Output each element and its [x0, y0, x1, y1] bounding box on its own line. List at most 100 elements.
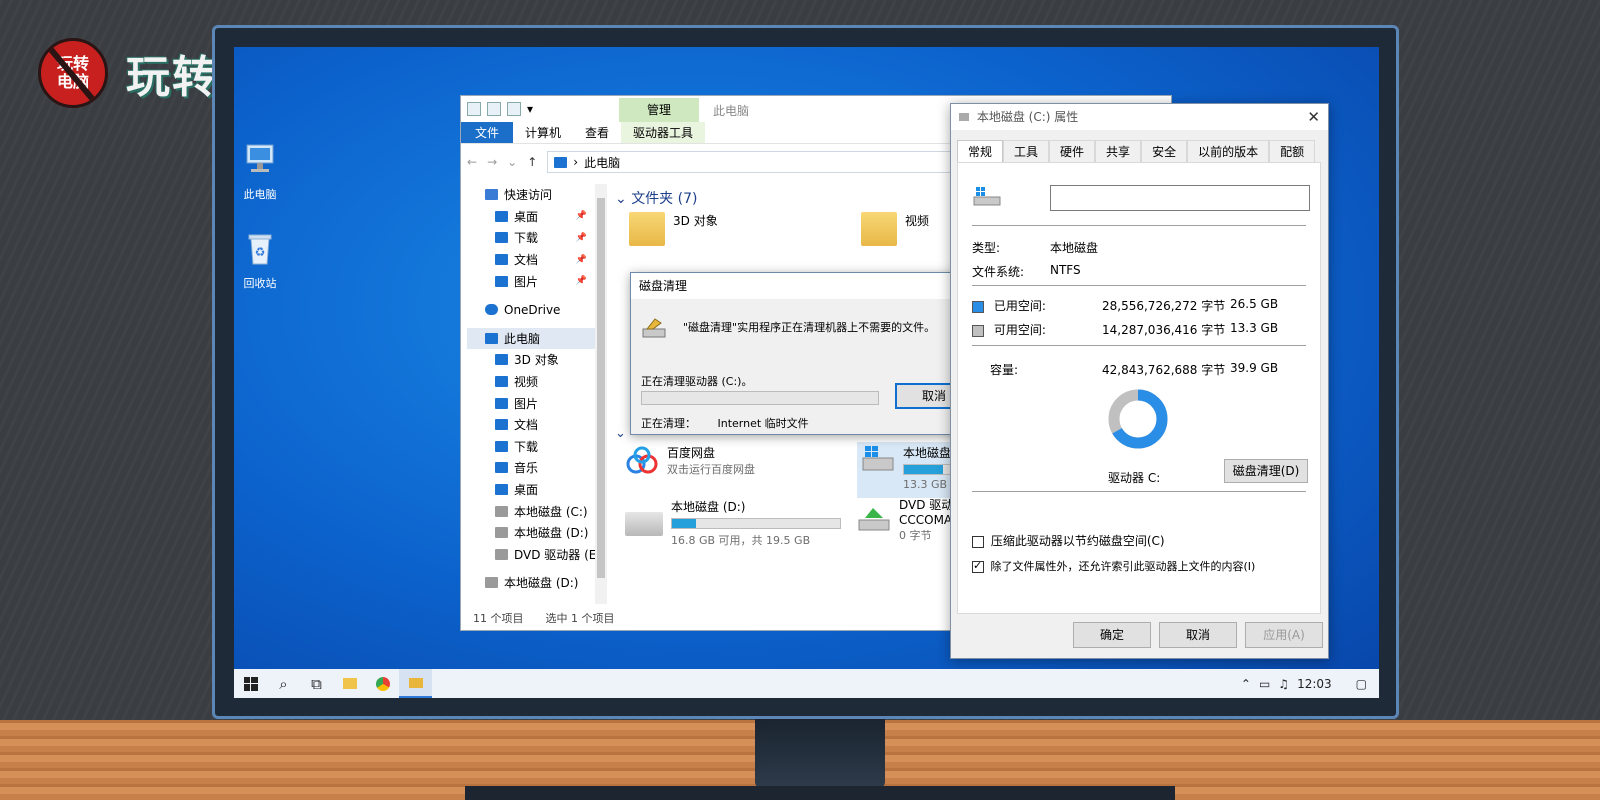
folder-label: 视频	[905, 214, 930, 228]
new-folder-icon[interactable]	[507, 102, 521, 116]
folder-label: 3D 对象	[673, 214, 718, 228]
cancel-button[interactable]: 取消	[1159, 622, 1237, 648]
nav-item[interactable]: 视频	[467, 371, 595, 393]
back-icon[interactable]: ←	[467, 155, 477, 169]
forward-icon[interactable]: →	[487, 155, 497, 169]
nav-item[interactable]: 本地磁盘 (D:)	[467, 572, 595, 594]
chrome-icon[interactable]	[366, 669, 399, 698]
compress-checkbox[interactable]	[972, 535, 984, 548]
brand-badge: 玩转 电脑	[38, 38, 108, 108]
drive-icon	[495, 527, 508, 539]
nav-item-label: 音乐	[514, 461, 539, 476]
nav-item[interactable]: 桌面 📌	[467, 206, 595, 228]
nav-item[interactable]: 3D 对象	[467, 349, 595, 371]
tab-general[interactable]: 常规	[957, 140, 1004, 163]
ok-button[interactable]: 确定	[1073, 622, 1151, 648]
search-icon[interactable]: ⌕	[267, 669, 300, 698]
notifications-icon[interactable]: ▢	[1356, 677, 1367, 691]
device-baidu-netdisk[interactable]: 百度网盘 双击运行百度网盘	[625, 444, 755, 477]
tab-computer[interactable]: 计算机	[513, 122, 573, 143]
compress-label: 压缩此驱动器以节约磁盘空间(C)	[990, 534, 1165, 548]
device-local-disk-d[interactable]: 本地磁盘 (D:) 16.8 GB 可用，共 19.5 GB	[625, 498, 841, 548]
desktop-icon	[495, 210, 508, 222]
index-checkbox[interactable]	[972, 559, 984, 573]
scroll-thumb[interactable]	[597, 198, 605, 578]
nav-item[interactable]: 文档	[467, 414, 595, 436]
nav-item[interactable]: OneDrive	[467, 299, 595, 321]
window-title: 此电脑	[713, 104, 750, 118]
video-icon	[495, 376, 508, 388]
tab-quota[interactable]: 配额	[1269, 140, 1316, 162]
tab-manage[interactable]: 管理	[619, 98, 699, 122]
desktop-icon-recycle-bin[interactable]: ♻ 回收站	[234, 230, 288, 291]
nav-item[interactable]: 桌面	[467, 479, 595, 501]
task-view-icon[interactable]: ⧉	[300, 669, 333, 698]
close-icon[interactable]: ✕	[1307, 104, 1320, 130]
folders-section-header[interactable]: ⌄ 文件夹 (7)	[615, 188, 697, 208]
dialog-title-bar: 磁盘清理 ✕	[631, 273, 981, 299]
nav-item[interactable]: 快速访问	[467, 184, 595, 206]
fs-label: 文件系统:	[972, 265, 1025, 279]
desktop-icon-label: 此电脑	[243, 188, 277, 201]
cube-folder-icon	[629, 212, 665, 246]
tab-hardware[interactable]: 硬件	[1049, 140, 1096, 162]
volume-label-input[interactable]	[1050, 185, 1310, 211]
clock[interactable]: 12:03	[1297, 677, 1332, 691]
nav-item[interactable]: 下载 📌	[467, 227, 595, 249]
nav-item-label: DVD 驱动器 (E:)	[514, 547, 595, 562]
nav-item[interactable]: 本地磁盘 (D:)	[467, 522, 595, 544]
svg-text:♻: ♻	[255, 245, 266, 259]
nav-item[interactable]: 图片	[467, 392, 595, 414]
desktop-icon-label: 回收站	[243, 277, 277, 290]
tab-security[interactable]: 安全	[1141, 140, 1188, 162]
desktop-icon-this-pc[interactable]: 此电脑	[234, 141, 288, 202]
tab-drive-tools[interactable]: 驱动器工具	[621, 122, 706, 143]
up-icon[interactable]: ↑	[527, 155, 537, 169]
drive-icon	[485, 577, 498, 589]
disk-cleanup-icon	[642, 318, 666, 338]
fs-value: NTFS	[1050, 263, 1081, 277]
volume-icon[interactable]: ♫	[1278, 677, 1289, 691]
video-folder-icon	[861, 212, 897, 246]
tab-previous-versions[interactable]: 以前的版本	[1187, 140, 1270, 162]
nav-item[interactable]: 此电脑	[467, 327, 595, 350]
network-icon[interactable]: ▭	[1259, 677, 1270, 691]
tab-view[interactable]: 查看	[573, 122, 621, 143]
nav-item[interactable]: DVD 驱动器 (E:)	[467, 544, 595, 566]
chevron-down-icon[interactable]: ▾	[527, 102, 533, 116]
device-dvd-drive[interactable]: DVD 驱动 CCCOMA 0 字节	[857, 498, 953, 543]
properties-icon[interactable]	[487, 102, 501, 116]
usage-donut-chart	[1108, 389, 1168, 449]
start-button[interactable]	[234, 669, 267, 698]
nav-item[interactable]: 文档 📌	[467, 249, 595, 271]
tab-tools[interactable]: 工具	[1003, 140, 1050, 162]
divider	[972, 285, 1306, 286]
chevron-down-icon: ⌄	[615, 191, 627, 207]
nav-item[interactable]: 图片 📌	[467, 270, 595, 292]
apply-button[interactable]: 应用(A)	[1245, 622, 1323, 648]
device-free-space: 0 字节	[899, 529, 932, 542]
drive-letter-label: 驱动器 C:	[1108, 471, 1161, 485]
nav-item[interactable]: 下载	[467, 436, 595, 458]
nav-item[interactable]: 音乐	[467, 457, 595, 479]
file-explorer-taskbar-icon[interactable]	[333, 669, 366, 698]
devices-section-chevron[interactable]: ⌄	[615, 426, 626, 441]
nav-item[interactable]: 本地磁盘 (C:)	[467, 500, 595, 522]
selected-count: 选中 1 个项目	[545, 612, 615, 625]
folder-videos[interactable]: 视频	[861, 212, 929, 246]
tab-sharing[interactable]: 共享	[1095, 140, 1142, 162]
index-option[interactable]: 除了文件属性外，还允许索引此驱动器上文件的内容(I)	[972, 558, 1306, 574]
pin-icon: 📌	[575, 254, 587, 265]
tab-file[interactable]: 文件	[461, 122, 513, 143]
chevron-down-icon[interactable]: ⌄	[507, 155, 517, 169]
chevron-up-icon[interactable]: ⌃	[1241, 677, 1251, 691]
disk-cleanup-button[interactable]: 磁盘清理(D)	[1224, 459, 1308, 483]
properties-tabs: 常规 工具 硬件 共享 安全 以前的版本 配额	[957, 140, 1316, 163]
disk-cleanup-taskbar-icon[interactable]	[399, 669, 432, 698]
desktop-icon	[495, 484, 508, 496]
folders-header-label: 文件夹 (7)	[631, 191, 698, 207]
computer-icon[interactable]	[467, 102, 481, 116]
folder-3d-objects[interactable]: 3D 对象	[629, 212, 718, 246]
compress-option[interactable]: 压缩此驱动器以节约磁盘空间(C)	[972, 532, 1306, 549]
nav-scrollbar[interactable]	[595, 184, 607, 604]
